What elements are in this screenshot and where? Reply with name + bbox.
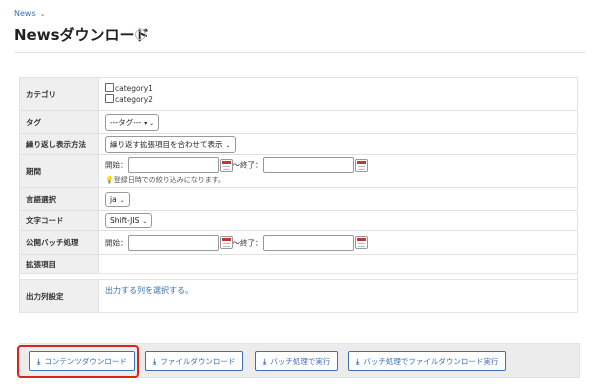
repeat-select-value: 繰り返す拡張項目を合わせて表示 <box>110 139 223 149</box>
period-label: 期間 <box>19 154 99 188</box>
language-row: 言語選択 ja ⌄ <box>19 187 578 211</box>
calendar-icon[interactable] <box>219 236 233 249</box>
repeat-select[interactable]: 繰り返す拡張項目を合わせて表示 ⌄ <box>105 135 236 153</box>
batch-run-button[interactable]: ⤓ バッチ処理で実行 <box>255 351 339 371</box>
chevron-down-icon: ▾ ⌄ <box>144 119 155 127</box>
encoding-select[interactable]: Shift-JIS ⌄ <box>105 213 153 228</box>
category-option-1[interactable]: category1 <box>105 83 571 94</box>
chevron-down-icon[interactable]: ⌄ <box>40 10 46 18</box>
tag-select[interactable]: ---タグ--- ▾ ⌄ <box>105 113 160 131</box>
content-download-button[interactable]: ⤓ コンテンツダウンロード <box>29 351 135 371</box>
download-icon: ⤓ <box>263 357 267 366</box>
category-option-label: category1 <box>115 84 153 93</box>
category-label: カテゴリ <box>19 77 99 111</box>
file-download-label: ファイルダウンロード <box>160 357 236 366</box>
batch-file-download-button[interactable]: ⤓ バッチ処理でファイルダウンロード実行 <box>348 351 507 371</box>
batch-start-input[interactable] <box>127 234 219 251</box>
download-icon: ⤓ <box>37 357 41 366</box>
lightbulb-icon: 💡 <box>105 176 114 184</box>
select-columns-link[interactable]: 出力する列を選択する。 <box>105 286 193 295</box>
language-label: 言語選択 <box>19 187 99 211</box>
tag-select-value: ---タグ--- <box>110 117 142 127</box>
download-icon: ⤓ <box>153 357 157 366</box>
file-download-button[interactable]: ⤓ ファイルダウンロード <box>145 351 244 371</box>
calendar-icon[interactable] <box>354 236 368 249</box>
encoding-select-value: Shift-JIS <box>110 216 140 225</box>
language-select-value: ja <box>110 194 117 204</box>
language-select[interactable]: ja ⌄ <box>105 191 130 207</box>
action-bar: ⤓ コンテンツダウンロード ⤓ ファイルダウンロード ⤓ バッチ処理で実行 ⤓ バッチ処… <box>19 343 580 378</box>
calendar-icon[interactable] <box>219 158 233 172</box>
period-note: 💡登録日時での絞り込みになります。 <box>105 175 571 185</box>
category-row: カテゴリ category1 category2 <box>19 77 578 111</box>
help-icon[interactable]: ? <box>135 29 146 40</box>
batch-label: 公開バッチ処理 <box>19 230 99 255</box>
tag-row: タグ ---タグ--- ▾ ⌄ <box>19 110 578 134</box>
period-note-text: 登録日時での絞り込みになります。 <box>113 176 226 184</box>
period-end-input[interactable] <box>262 157 354 173</box>
content-download-label: コンテンツダウンロード <box>44 357 127 366</box>
tag-label: タグ <box>19 110 99 134</box>
extension-label: 拡張項目 <box>19 254 99 274</box>
download-icon: ⤓ <box>356 357 360 366</box>
encoding-label: 文字コード <box>19 210 99 231</box>
chevron-down-icon: ⌄ <box>119 196 125 204</box>
batch-end-input[interactable] <box>262 234 354 251</box>
download-form: カテゴリ category1 category2 タグ ---タグ--- ▾ ⌄ … <box>19 77 578 313</box>
extension-value <box>98 254 578 274</box>
repeat-label: 繰り返し表示方法 <box>19 133 99 155</box>
batch-row: 公開バッチ処理 開始： 〜終了： <box>19 230 578 255</box>
period-start-input[interactable] <box>127 157 219 173</box>
batch-file-download-label: バッチ処理でファイルダウンロード実行 <box>363 357 499 366</box>
breadcrumb-label[interactable]: News <box>14 9 36 18</box>
page-title: Newsダウンロード <box>14 26 150 44</box>
output-label: 出力列設定 <box>19 279 99 313</box>
calendar-icon[interactable] <box>354 158 368 172</box>
checkbox[interactable] <box>105 83 114 92</box>
period-row: 期間 開始： 〜終了： 💡登録日時での絞り込みになります。 <box>19 154 578 188</box>
encoding-row: 文字コード Shift-JIS ⌄ <box>19 210 578 231</box>
chevron-down-icon: ⌄ <box>142 218 148 225</box>
output-row: 出力列設定 出力する列を選択する。 <box>19 279 578 313</box>
checkbox[interactable] <box>105 94 114 103</box>
chevron-down-icon: ⌄ <box>225 141 231 149</box>
period-start-label: 開始： <box>105 160 128 170</box>
divider <box>14 52 586 53</box>
extension-row: 拡張項目 <box>19 254 578 274</box>
breadcrumb[interactable]: News ⌄ <box>14 9 46 18</box>
category-option-2[interactable]: category2 <box>105 94 571 105</box>
batch-run-label: バッチ処理で実行 <box>270 357 331 366</box>
batch-end-label: 〜終了： <box>232 238 263 247</box>
repeat-row: 繰り返し表示方法 繰り返す拡張項目を合わせて表示 ⌄ <box>19 133 578 155</box>
period-end-label: 〜終了： <box>232 160 263 170</box>
batch-start-label: 開始： <box>105 238 128 247</box>
category-option-label: category2 <box>115 95 153 104</box>
